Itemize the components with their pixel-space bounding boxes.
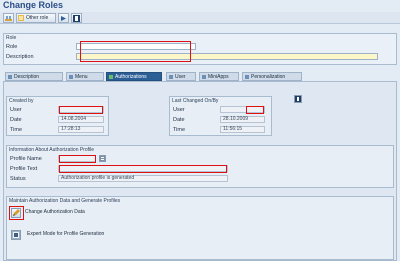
title-bar: Change Roles	[0, 0, 400, 11]
redaction-box	[59, 106, 103, 114]
changed-date-value: 28.10.2009	[220, 116, 265, 123]
changed-time-label: Time	[173, 127, 186, 133]
auth-profile-group: Information About Authorization Profile …	[6, 145, 394, 188]
created-user-label: User	[10, 107, 22, 113]
changed-date-label: Date	[173, 117, 185, 123]
info-button[interactable]	[71, 13, 82, 23]
tab-description-icon	[8, 75, 12, 79]
redaction-box	[59, 165, 227, 173]
role-group: Role Role Description	[3, 33, 397, 65]
info-button[interactable]	[294, 95, 302, 103]
other-object-icon	[18, 15, 24, 21]
changed-user-label: User	[173, 107, 185, 113]
expert-mode-label[interactable]: Expert Mode for Profile Generation	[27, 231, 104, 237]
tab-description[interactable]: Description	[5, 72, 63, 81]
auth-profile-title: Information About Authorization Profile	[9, 147, 95, 153]
redaction-box	[59, 155, 96, 163]
other-role-button[interactable]: Other role	[16, 13, 56, 23]
expert-mode-button[interactable]	[11, 230, 21, 240]
tab-user-icon	[169, 75, 173, 79]
last-changed-group: Last Changed On/By User Date 28.10.2009 …	[169, 96, 272, 136]
tab-user[interactable]: User	[166, 72, 196, 81]
tab-personalization[interactable]: Personalization	[242, 72, 302, 81]
created-by-title: Created by	[9, 98, 34, 104]
created-date-value: 14.08.2004	[58, 116, 104, 123]
redaction-box	[9, 206, 24, 220]
role-group-title: Role	[6, 35, 17, 41]
arrow-right-icon	[60, 15, 66, 21]
info-icon	[73, 15, 80, 22]
created-time-label: Time	[10, 127, 23, 133]
created-date-label: Date	[10, 117, 22, 123]
tab-authorizations[interactable]: Authorizations	[106, 72, 162, 81]
tab-miniapps-icon	[202, 75, 206, 79]
status-label: Status	[10, 176, 26, 182]
role-label: Role	[6, 44, 18, 50]
tab-strip: Description Menu Authorizations User Min…	[3, 72, 397, 81]
created-by-group: Created by User Date 14.08.2004 Time 17:…	[6, 96, 109, 136]
info-icon	[295, 96, 301, 102]
details-icon	[100, 156, 105, 161]
pencil-glasses-icon	[5, 15, 12, 21]
created-time-value: 17:28:13	[58, 126, 104, 133]
tab-authorizations-icon	[109, 75, 113, 79]
tab-menu-icon	[69, 75, 73, 79]
change-authorization-data-label[interactable]: Change Authorization Data	[25, 209, 85, 215]
changed-time-value: 11:56:15	[220, 126, 265, 133]
profile-name-label: Profile Name	[10, 156, 42, 162]
previous-object-button[interactable]	[58, 13, 69, 23]
profile-text-label: Profile Text	[10, 166, 38, 172]
tab-personalization-icon	[245, 75, 249, 79]
profile-details-button[interactable]	[99, 155, 106, 162]
maintain-authorizations-group: Maintain Authorization Data and Generate…	[6, 196, 394, 260]
redaction-box	[246, 106, 264, 114]
status-value: Authorization profile is generated	[58, 175, 228, 182]
page-title: Change Roles	[3, 0, 64, 10]
tab-menu[interactable]: Menu	[66, 72, 104, 81]
last-changed-title: Last Changed On/By	[172, 98, 219, 104]
tab-miniapps[interactable]: MiniApps	[199, 72, 239, 81]
maintain-title: Maintain Authorization Data and Generate…	[9, 198, 121, 204]
authorizations-panel: Created by User Date 14.08.2004 Time 17:…	[3, 81, 397, 261]
application-toolbar: Other role	[0, 12, 400, 24]
redaction-box	[80, 41, 191, 62]
description-label: Description	[6, 54, 34, 60]
display-change-button[interactable]	[3, 13, 14, 23]
expert-mode-icon	[12, 231, 20, 239]
